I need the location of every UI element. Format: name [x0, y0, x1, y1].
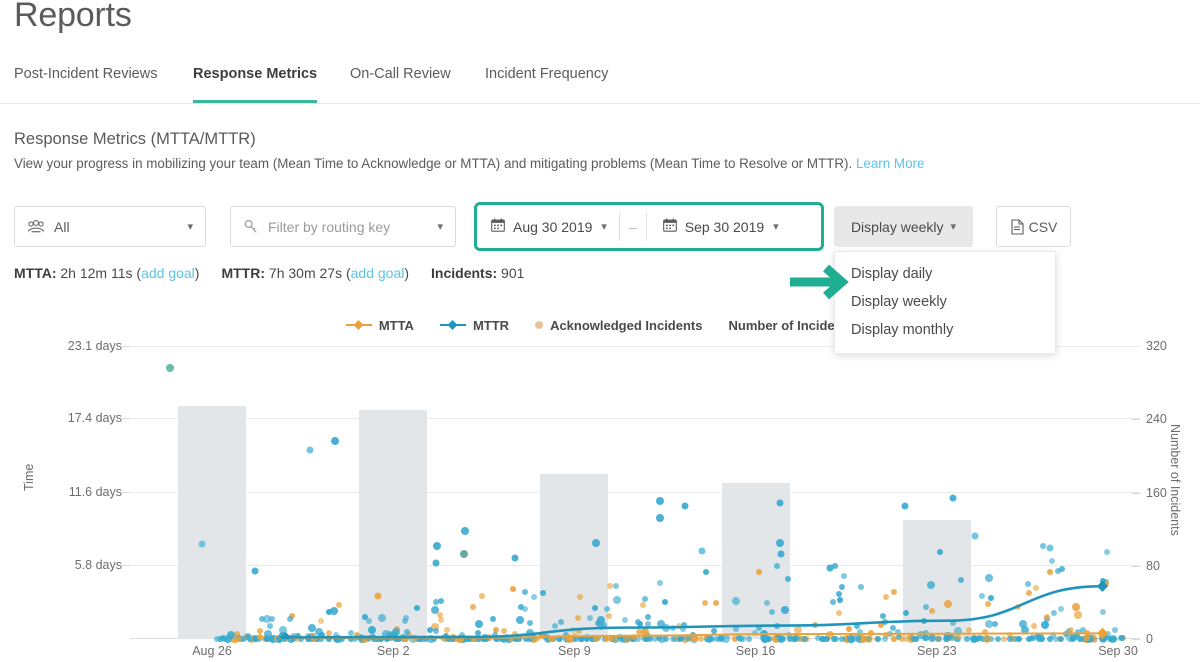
- chart-y-tickmark: [122, 565, 130, 567]
- chart-line-mttr: [285, 584, 1103, 639]
- csv-button-label: CSV: [1028, 218, 1058, 235]
- filter-toolbar: All ▾ Filter by routing key ▾ Aug 30 201…: [0, 202, 1200, 251]
- chart-y-tick-label: 23.1 days: [67, 339, 122, 353]
- mtta-value: 2h 12m 11s: [60, 265, 133, 281]
- incidents-label: Incidents:: [431, 265, 498, 281]
- menu-item-display-daily[interactable]: Display daily: [835, 260, 1055, 288]
- date-range-start[interactable]: Aug 30 2019 ▾: [477, 205, 617, 248]
- legend-label-acknowledged-incidents: Acknowledged Incidents: [550, 317, 703, 333]
- mttr-value: 7h 30m 27s: [268, 265, 343, 281]
- mtta-label: MTTA:: [14, 265, 57, 281]
- learn-more-link[interactable]: Learn More: [856, 156, 924, 171]
- reports-page: Reports Post-Incident Reviews Response M…: [0, 0, 1200, 662]
- legend-item-acknowledged-incidents[interactable]: Acknowledged Incidents: [535, 318, 702, 333]
- chart-y-tick-label: 5.8 days: [74, 558, 122, 573]
- chart-x-tick-label: Sep 23: [916, 644, 957, 658]
- date-range-start-value: Aug 30 2019: [513, 218, 593, 235]
- menu-item-display-weekly[interactable]: Display weekly: [835, 288, 1055, 316]
- chart-line-endpoint-marker: [1096, 580, 1109, 592]
- section-description-text: View your progress in mobilizing your te…: [14, 156, 853, 171]
- chart-line-endpoint-marker: [1096, 627, 1109, 639]
- key-icon: [243, 219, 259, 235]
- legend-item-mtta[interactable]: MTTA: [345, 317, 414, 333]
- chart-trend-lines: [279, 580, 1109, 639]
- chart-y2-tick-label: 0: [1146, 632, 1153, 646]
- chart-y2-tickmark: [1132, 639, 1140, 640]
- mttr-marker-icon: [439, 320, 466, 330]
- chevron-down-icon: ▾: [187, 221, 193, 233]
- chart-y2-tick-label: 160: [1146, 485, 1167, 500]
- chart-line-endpoint-marker: [279, 631, 292, 639]
- calendar-icon: [491, 218, 505, 235]
- chart-y-tickmark: [122, 346, 130, 347]
- annotation-arrow-icon: [790, 262, 852, 307]
- chart-y-tickmark: [122, 418, 130, 420]
- document-icon: [1010, 218, 1025, 235]
- routing-key-filter-dropdown[interactable]: Filter by routing key ▾: [230, 206, 456, 247]
- section-description: View your progress in mobilizing your te…: [14, 156, 924, 171]
- chart-y-tickmark: [122, 491, 130, 493]
- display-interval-dropdown[interactable]: Display weekly ▾: [834, 206, 973, 247]
- display-interval-menu: Display daily Display weekly Display mon…: [834, 251, 1056, 354]
- date-range-end[interactable]: Sep 30 2019 ▾: [649, 205, 789, 248]
- tab-incident-frequency[interactable]: Incident Frequency: [485, 66, 608, 103]
- tab-response-metrics[interactable]: Response Metrics: [193, 66, 318, 103]
- team-filter-dropdown[interactable]: All ▾: [14, 206, 206, 247]
- date-range-dash: –: [628, 218, 637, 235]
- chart-y2-tick-label: 240: [1146, 412, 1167, 427]
- date-divider: [645, 212, 647, 241]
- chart-y2-tick-label: 320: [1146, 339, 1167, 353]
- chart-y-tick-label: 11.6 days: [68, 484, 122, 499]
- date-range-end-value: Sep 30 2019: [684, 218, 765, 235]
- chevron-down-icon: ▾: [950, 221, 957, 233]
- chart-plot-area: [130, 346, 1140, 643]
- mttr-add-goal-link[interactable]: add goal: [351, 265, 405, 281]
- mttr-stat: MTTR: 7h 30m 27s (add goal): [221, 265, 410, 281]
- incidents-stat: Incidents: 901: [431, 265, 524, 281]
- tab-post-incident-reviews[interactable]: Post-Incident Reviews: [14, 66, 157, 103]
- acknowledged-marker-icon: [535, 321, 544, 329]
- chart-x-tick-label: Sep 9: [558, 644, 591, 658]
- display-interval-value: Display weekly: [850, 218, 944, 235]
- chart-x-tick-label: Sep 2: [376, 644, 410, 658]
- legend-item-mttr[interactable]: MTTR: [439, 317, 510, 333]
- chart-x-tick-label: Aug 26: [192, 644, 232, 658]
- calendar-icon: [662, 218, 677, 235]
- mtta-add-goal-link[interactable]: add goal: [141, 265, 195, 281]
- legend-label-mtta: MTTA: [378, 317, 414, 333]
- team-filter-value: All: [54, 218, 70, 235]
- mttr-label: MTTR:: [221, 265, 266, 281]
- section-title: Response Metrics (MTTA/MTTR): [14, 130, 256, 148]
- tab-on-call-review[interactable]: On-Call Review: [350, 66, 451, 103]
- team-icon: [27, 220, 45, 233]
- chevron-down-icon: ▾: [437, 221, 443, 233]
- tab-bar: Post-Incident Reviews Response Metrics O…: [0, 66, 1200, 104]
- chart-y-tick-label: 17.4 days: [67, 411, 122, 426]
- metrics-summary: MTTA: 2h 12m 11s (add goal) MTTR: 7h 30m …: [14, 265, 524, 281]
- chart-y2-axis-label: Number of Incidents: [1168, 424, 1182, 536]
- legend-label-mttr: MTTR: [472, 317, 510, 333]
- mtta-stat: MTTA: 2h 12m 11s (add goal): [14, 265, 200, 281]
- chart-x-tick-label: Sep 16: [735, 644, 776, 658]
- routing-key-placeholder: Filter by routing key: [268, 218, 391, 235]
- csv-export-button[interactable]: CSV: [996, 206, 1071, 247]
- date-divider: [618, 212, 620, 241]
- chevron-down-icon: ▾: [773, 221, 779, 233]
- mtta-marker-icon: [345, 320, 372, 330]
- chart-y2-tick-label: 80: [1146, 558, 1160, 573]
- chart-x-tick-label: Sep 30: [1098, 644, 1138, 658]
- response-metrics-chart: Time Number of Incidents 23.1 days 17.4 d…: [0, 336, 1200, 662]
- incidents-value: 901: [501, 265, 525, 281]
- chevron-down-icon: ▾: [601, 221, 607, 233]
- date-range-picker[interactable]: Aug 30 2019 ▾ – Sep 30 2019 ▾: [474, 202, 824, 251]
- page-title: Reports: [14, 0, 132, 34]
- menu-item-display-monthly[interactable]: Display monthly: [835, 316, 1055, 344]
